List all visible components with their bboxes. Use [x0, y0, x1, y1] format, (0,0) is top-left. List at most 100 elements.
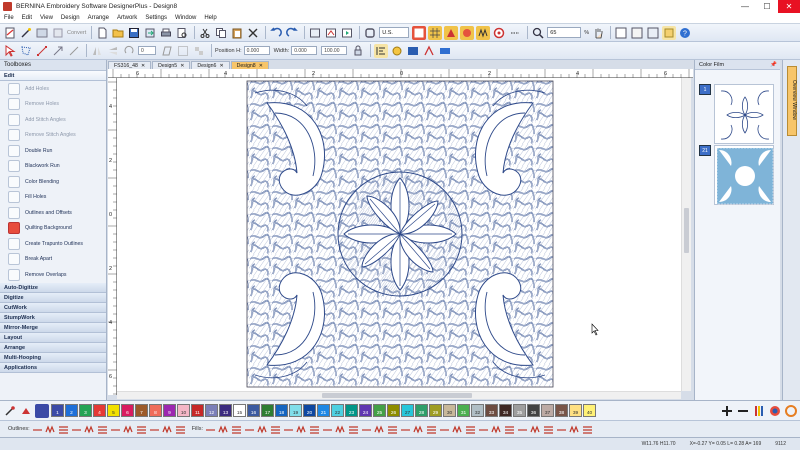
tool-remove-holes[interactable]: Remove Holes [0, 97, 106, 113]
position-h-input[interactable]: 0.000 [243, 46, 270, 55]
color-swatch[interactable]: 9 [163, 404, 176, 417]
color-swatch[interactable]: 37 [541, 404, 554, 417]
apply-color-icon[interactable] [19, 404, 33, 418]
section-applications[interactable]: Applications [0, 362, 106, 373]
fill-stitch-icon[interactable] [504, 424, 515, 435]
menu-settings[interactable]: Settings [141, 15, 171, 21]
outline-stitch-icon[interactable] [162, 424, 173, 435]
reshape-icon[interactable] [35, 44, 49, 58]
menu-help[interactable]: Help [200, 15, 220, 21]
copy-icon[interactable] [214, 26, 228, 40]
pick-color-icon[interactable] [3, 404, 17, 418]
fill-stitch-icon[interactable] [296, 424, 307, 435]
convert-icon[interactable] [51, 26, 65, 40]
ungroup-icon[interactable] [192, 44, 206, 58]
pan-hand-icon[interactable] [591, 26, 605, 40]
color-swatch[interactable]: 20 [303, 404, 316, 417]
show-grid-icon[interactable] [428, 25, 443, 40]
tool-double-run[interactable]: Double Run [0, 143, 106, 159]
tool-quilting-background[interactable]: Quilting Background [0, 221, 106, 237]
show-repeats-icon[interactable] [492, 26, 506, 40]
color-swatch[interactable]: 11 [191, 404, 204, 417]
artwork-view-icon[interactable] [630, 26, 644, 40]
stitch-edit-icon[interactable] [67, 44, 81, 58]
mirror-v-icon[interactable] [106, 44, 120, 58]
color-swatch[interactable]: 34 [499, 404, 512, 417]
show-objects-icon[interactable] [460, 25, 475, 40]
tool-color-blending[interactable]: Color Blending [0, 174, 106, 190]
outline-stitch-icon[interactable] [84, 424, 95, 435]
show-functions-icon[interactable] [390, 44, 404, 58]
rotate-icon[interactable] [122, 44, 136, 58]
polygon-select-icon[interactable] [19, 44, 33, 58]
zoom-icon[interactable] [531, 26, 545, 40]
color-swatch[interactable]: 19 [289, 404, 302, 417]
select-object-icon[interactable] [3, 44, 17, 58]
stitch-player-icon[interactable] [340, 26, 354, 40]
color-swatch[interactable]: 21 [317, 404, 330, 417]
color-swatch[interactable]: 6 [121, 404, 134, 417]
design-view-icon[interactable] [614, 26, 628, 40]
minimize-button[interactable]: — [734, 0, 756, 13]
color-swatch[interactable]: 24 [359, 404, 372, 417]
insert-design-icon[interactable] [324, 26, 338, 40]
color-swatch[interactable]: 10 [177, 404, 190, 417]
tab-close-icon[interactable]: ✕ [259, 63, 263, 69]
menu-arrange[interactable]: Arrange [84, 15, 113, 21]
fill-stitch-icon[interactable] [582, 424, 593, 435]
fill-stitch-icon[interactable] [348, 424, 359, 435]
show-hoop-icon[interactable] [412, 25, 427, 40]
cut-icon[interactable] [198, 26, 212, 40]
fill-stitch-icon[interactable] [283, 424, 294, 435]
fill-stitch-icon[interactable] [439, 424, 450, 435]
paste-icon[interactable] [230, 26, 244, 40]
print-preview-icon[interactable] [175, 26, 189, 40]
outline-stitch-icon[interactable] [71, 424, 82, 435]
color-wheel-icon[interactable] [768, 404, 782, 418]
horizontal-scrollbar[interactable] [117, 391, 681, 399]
fill-stitch-icon[interactable] [335, 424, 346, 435]
outline-stitch-icon[interactable] [32, 424, 43, 435]
color-swatch[interactable]: 33 [485, 404, 498, 417]
outline-stitch-icon[interactable] [45, 424, 56, 435]
color-swatch[interactable]: 13 [219, 404, 232, 417]
fill-stitch-icon[interactable] [270, 424, 281, 435]
align-icon[interactable] [374, 43, 389, 58]
fill-stitch-icon[interactable] [231, 424, 242, 435]
fill-stitch-icon[interactable] [387, 424, 398, 435]
fill-stitch-icon[interactable] [309, 424, 320, 435]
rotate-input[interactable]: 0 [138, 46, 156, 55]
color-swatch[interactable]: 26 [387, 404, 400, 417]
color-swatch[interactable]: 16 [247, 404, 260, 417]
color-swatch[interactable]: 5 [107, 404, 120, 417]
color-swatch[interactable]: 7 [135, 404, 148, 417]
tab-design5[interactable]: Design5 ✕ [152, 61, 191, 69]
fill-stitch-icon[interactable] [517, 424, 528, 435]
tool-fill-holes[interactable]: Fill Holes [0, 190, 106, 206]
section-multi-hooping[interactable]: Multi-Hooping [0, 352, 106, 363]
mirror-h-icon[interactable] [90, 44, 104, 58]
convert-label[interactable]: Convert [67, 30, 86, 36]
color-swatch[interactable]: 22 [331, 404, 344, 417]
new-file-icon[interactable] [95, 26, 109, 40]
fill-stitch-icon[interactable] [530, 424, 541, 435]
outline-stitch-icon[interactable] [136, 424, 147, 435]
color-settings-icon[interactable] [784, 404, 798, 418]
tool-add-stitch-angles[interactable]: Add Stitch Angles [0, 112, 106, 128]
menu-artwork[interactable]: Artwork [113, 15, 141, 21]
hoop-icon[interactable] [363, 26, 377, 40]
remove-color-icon[interactable] [736, 404, 750, 418]
outline-stitch-icon[interactable] [110, 424, 121, 435]
tool-blackwork-run[interactable]: Blackwork Run [0, 159, 106, 175]
open-folder-icon[interactable] [111, 26, 125, 40]
color-swatch[interactable]: 17 [261, 404, 274, 417]
fill-stitch-icon[interactable] [205, 424, 216, 435]
tool-create-trapunto-outlines[interactable]: Create Trapunto Outlines [0, 236, 106, 252]
color-swatch[interactable]: 36 [527, 404, 540, 417]
color-swatch[interactable]: 40 [583, 404, 596, 417]
section-mirror-merge[interactable]: Mirror-Merge [0, 322, 106, 333]
color-swatch[interactable]: 28 [415, 404, 428, 417]
color-film-item[interactable]: 21 [699, 145, 774, 205]
wizard-icon[interactable] [19, 26, 33, 40]
color-swatch[interactable]: 23 [345, 404, 358, 417]
